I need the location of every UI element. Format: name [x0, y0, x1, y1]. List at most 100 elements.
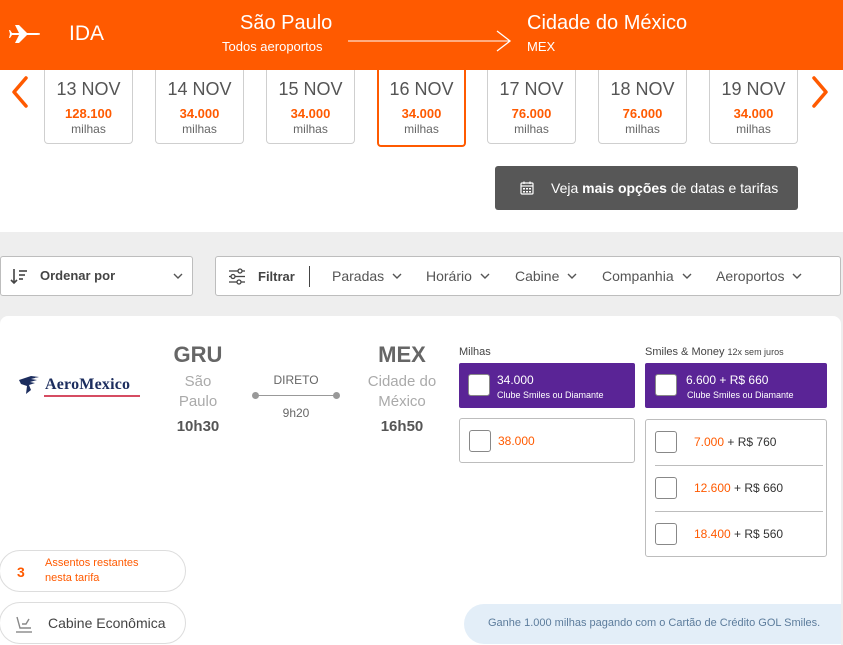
filter-time-label: Horário	[426, 268, 472, 284]
origin-airports: Todos aeroportos	[222, 39, 323, 54]
promo-banner[interactable]: Ganhe 1.000 milhas pagando com o Cartão …	[464, 604, 841, 644]
fare-checkbox[interactable]	[655, 523, 677, 545]
sort-label: Ordenar por	[40, 268, 116, 283]
sort-icon	[10, 269, 27, 285]
direction-label: IDA	[69, 22, 105, 45]
money-option-cash: + R$ 560	[734, 527, 784, 541]
fare-club-miles[interactable]: 34.000 Clube Smiles ou Diamante	[459, 363, 635, 408]
airplane-icon	[9, 25, 40, 43]
date-unit: milhas	[293, 122, 328, 136]
date-unit: milhas	[514, 122, 549, 136]
destination-code: MEX	[527, 39, 556, 54]
date-card-14-nov[interactable]: 14 NOV 34.000 milhas	[155, 70, 244, 144]
cabin-class-label: Cabine Econômica	[48, 615, 166, 631]
origin-city: São Paulo	[240, 12, 333, 34]
fare-checkbox[interactable]	[655, 431, 677, 453]
filter-stops-label: Paradas	[332, 268, 385, 284]
aeromexico-eagle-icon	[19, 376, 39, 394]
money-fare-options: 7.000 + R$ 760 12.600 + R$ 660 18.400 + …	[645, 419, 827, 557]
filter-cabin[interactable]: Cabine	[515, 268, 577, 284]
more-options-suffix: de datas e tarifas	[670, 180, 779, 196]
date-label: 14 NOV	[167, 79, 232, 99]
fare-club-money-cash: + R$ 660	[719, 373, 769, 387]
filter-airline[interactable]: Companhia	[602, 268, 692, 284]
seats-remaining-badge: 3 Assentos restantes nesta tarifa	[0, 550, 186, 592]
seats-text-line2: nesta tarifa	[45, 572, 100, 584]
fare-club-money-miles: 6.600	[686, 373, 717, 387]
filter-time[interactable]: Horário	[426, 268, 490, 284]
chevron-down-icon	[792, 273, 802, 279]
date-price: 76.000	[622, 106, 663, 121]
fare-club-miles-price: 34.000	[497, 373, 534, 387]
more-options-button[interactable]: Veja mais opções de datas e tarifas	[495, 166, 798, 210]
date-unit: milhas	[71, 122, 106, 136]
filter-divider	[309, 266, 310, 287]
seats-text-line1: Assentos restantes	[45, 557, 139, 569]
date-label: 15 NOV	[278, 79, 343, 99]
money-option-row[interactable]: 12.600 + R$ 660	[655, 466, 819, 510]
filter-bar: Filtrar Paradas Horário Cabine Companhia…	[215, 256, 841, 296]
fare-checkbox[interactable]	[469, 430, 491, 452]
filter-label[interactable]: Filtrar	[258, 269, 295, 284]
date-price: 76.000	[511, 106, 552, 121]
origin-code: GRU	[173, 342, 223, 367]
filter-airports[interactable]: Aeroportos	[716, 268, 802, 284]
date-unit: milhas	[182, 122, 217, 136]
date-card-16-nov[interactable]: 16 NOV 34.000 milhas	[377, 70, 466, 147]
date-label: 13 NOV	[56, 79, 121, 99]
destination-city-line2: México	[378, 393, 426, 410]
route-line	[252, 391, 340, 401]
date-label: 19 NOV	[721, 79, 786, 99]
money-option-cash: + R$ 660	[734, 481, 784, 495]
date-card-13-nov[interactable]: 13 NOV 128.100 milhas	[44, 70, 133, 144]
filter-stops[interactable]: Paradas	[332, 268, 402, 284]
date-card-17-nov[interactable]: 17 NOV 76.000 milhas	[487, 70, 576, 144]
flight-duration: 9h20	[282, 406, 310, 420]
money-option-row[interactable]: 18.400 + R$ 560	[655, 512, 819, 556]
money-option-price: 12.600 + R$ 660	[694, 481, 783, 495]
miles-column-title: Milhas	[459, 346, 491, 358]
fare-checkbox[interactable]	[655, 477, 677, 499]
destination-code: MEX	[378, 342, 426, 367]
money-option-miles: 7.000	[694, 435, 725, 449]
money-option-row[interactable]: 7.000 + R$ 760	[655, 420, 819, 464]
money-column-label: Smiles & Money	[645, 346, 725, 358]
filter-sliders-icon	[229, 268, 245, 285]
destination-city-line1: Cidade do	[367, 373, 437, 390]
seat-icon	[16, 616, 32, 633]
date-card-18-nov[interactable]: 18 NOV 76.000 milhas	[598, 70, 687, 144]
date-card-15-nov[interactable]: 15 NOV 34.000 milhas	[266, 70, 355, 144]
date-price: 34.000	[179, 106, 220, 121]
filter-airline-label: Companhia	[602, 268, 674, 284]
airline-logo-underline	[44, 395, 140, 397]
date-selector: 13 NOV 128.100 milhas 14 NOV 34.000 milh…	[0, 70, 843, 232]
fare-club-money-price: 6.600 + R$ 660	[686, 373, 768, 387]
fare-regular-miles[interactable]: 38.000	[459, 418, 635, 463]
stops-label: DIRETO	[273, 373, 319, 387]
date-price: 34.000	[290, 106, 331, 121]
chevron-right-icon[interactable]	[806, 74, 834, 110]
flight-result-card: AeroMexico GRU São Paulo 10h30 DIRETO 9h…	[0, 316, 841, 645]
fare-checkbox[interactable]	[468, 374, 490, 396]
filter-airports-label: Aeroportos	[716, 268, 785, 284]
date-card-19-nov[interactable]: 19 NOV 34.000 milhas	[709, 70, 798, 144]
sort-dropdown[interactable]: Ordenar por	[0, 256, 193, 296]
filter-cabin-label: Cabine	[515, 268, 560, 284]
chevron-left-icon[interactable]	[6, 74, 34, 110]
fare-club-money[interactable]: 6.600 + R$ 660 Clube Smiles ou Diamante	[645, 363, 827, 408]
destination-city: Cidade do México	[527, 12, 688, 34]
money-option-price: 7.000 + R$ 760	[694, 435, 776, 449]
more-options-prefix: Veja	[551, 180, 579, 196]
money-option-price: 18.400 + R$ 560	[694, 527, 783, 541]
arrival-time: 16h50	[380, 418, 424, 435]
date-label: 17 NOV	[499, 79, 564, 99]
date-unit: milhas	[404, 122, 439, 136]
date-price: 128.100	[65, 106, 112, 121]
money-installments-note: 12x sem juros	[727, 347, 784, 357]
chevron-down-icon	[682, 273, 692, 279]
destination-airport: MEX Cidade do México 16h50	[360, 342, 444, 435]
departure-time: 10h30	[176, 418, 220, 435]
fare-checkbox[interactable]	[655, 374, 677, 396]
date-label: 16 NOV	[389, 79, 454, 99]
money-option-miles: 18.400	[694, 527, 731, 541]
